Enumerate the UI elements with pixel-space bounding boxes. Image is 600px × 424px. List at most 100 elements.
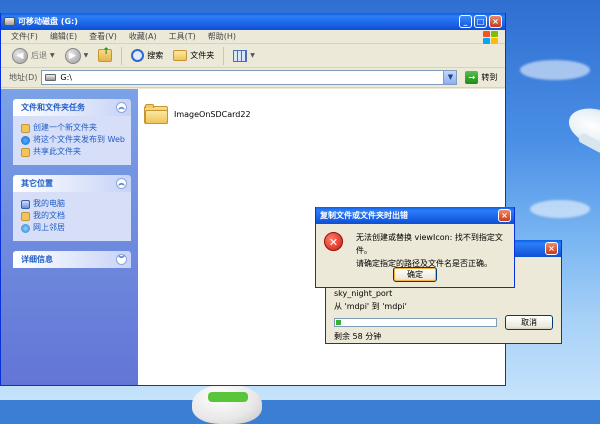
window-controls: ×: [545, 242, 558, 255]
other-places-panel: 其它位置 ︽ 我的电脑 我的文档 网上邻居: [13, 175, 131, 241]
task-label: 创建一个新文件夹: [33, 123, 97, 132]
menu-favorites[interactable]: 收藏(A): [129, 31, 157, 42]
folder-icon: [144, 104, 168, 124]
place-label: 我的文档: [33, 211, 65, 220]
toolbar: ◀ 后退 ▼ ▶ ▼ ↑ 搜索 文件夹 ▼: [1, 44, 505, 68]
minimize-button[interactable]: _: [459, 15, 472, 28]
place-label: 网上邻居: [33, 223, 65, 232]
panel-title: 详细信息: [21, 255, 53, 264]
task-share-folder[interactable]: 共享此文件夹: [21, 147, 127, 157]
toolbar-separator: [223, 46, 225, 65]
error-dialog: 复制文件或文件夹时出错 × ✕ 无法创建或替换 viewIcon: 找不到指定文…: [315, 207, 515, 288]
panel-title: 其它位置: [21, 179, 53, 188]
window-controls: ×: [498, 209, 511, 222]
ok-label: 确定: [407, 270, 423, 279]
go-button[interactable]: → 转到: [465, 71, 497, 84]
ok-button-wrap: 确定: [393, 267, 437, 282]
address-label: 地址(D): [9, 73, 38, 82]
menu-help[interactable]: 帮助(H): [208, 31, 236, 42]
file-folder-tasks-panel: 文件和文件夹任务 ︽ 创建一个新文件夹 将这个文件夹发布到 Web 共享此文件夹: [13, 99, 131, 165]
cloud: [520, 60, 590, 80]
panel-header[interactable]: 文件和文件夹任务 ︽: [13, 99, 131, 116]
folder-item[interactable]: ImageOnSDCard22: [144, 104, 251, 124]
windows-logo-icon: [481, 30, 499, 44]
search-icon: [131, 49, 145, 62]
panel-header[interactable]: 其它位置 ︽: [13, 175, 131, 192]
menu-view[interactable]: 查看(V): [89, 31, 117, 42]
views-icon: [233, 49, 248, 62]
error-dialog-title: 复制文件或文件夹时出错: [320, 211, 408, 220]
menu-edit[interactable]: 编辑(E): [50, 31, 77, 42]
cloud: [530, 200, 590, 218]
close-button[interactable]: ×: [489, 15, 502, 28]
address-dropdown-button[interactable]: ▼: [443, 71, 457, 84]
close-button[interactable]: ×: [498, 209, 511, 222]
forward-button[interactable]: ▶ ▼: [62, 46, 92, 66]
close-button[interactable]: ×: [545, 242, 558, 255]
chevron-down-icon: ▼: [250, 52, 255, 59]
back-label: 后退: [31, 51, 47, 60]
progress-row: 取消: [334, 315, 553, 330]
search-button[interactable]: 搜索: [128, 46, 166, 66]
my-documents-icon: [21, 212, 30, 221]
maximize-button[interactable]: □: [474, 15, 487, 28]
drive-icon: [45, 74, 57, 81]
folders-button[interactable]: 文件夹: [170, 46, 217, 66]
collapse-chevron-icon[interactable]: ︽: [116, 178, 127, 189]
expand-chevron-icon[interactable]: ︾: [116, 254, 127, 265]
up-folder-icon: ↑: [98, 47, 113, 62]
menu-tools[interactable]: 工具(T): [169, 31, 196, 42]
place-label: 我的电脑: [33, 199, 65, 208]
panel-body: 创建一个新文件夹 将这个文件夹发布到 Web 共享此文件夹: [13, 116, 131, 165]
views-button[interactable]: ▼: [230, 46, 258, 66]
progress-fill: [336, 320, 341, 325]
copy-file-name: sky_night_port: [334, 289, 393, 298]
copy-from-to: 从 'mdpi' 到 'mdpi': [334, 302, 407, 311]
up-folder-button[interactable]: ↑: [95, 46, 115, 66]
my-computer-icon: [21, 200, 30, 209]
search-label: 搜索: [147, 51, 164, 60]
forward-arrow-icon: ▶: [64, 47, 81, 64]
network-places-icon: [21, 224, 30, 233]
collapse-chevron-icon[interactable]: ︽: [116, 102, 127, 113]
panel-body: 我的电脑 我的文档 网上邻居: [13, 192, 131, 241]
cancel-button[interactable]: 取消: [505, 315, 553, 330]
menu-bar: 文件(F) 编辑(E) 查看(V) 收藏(A) 工具(T) 帮助(H): [1, 30, 505, 44]
chevron-down-icon: ▼: [83, 52, 89, 59]
folders-icon: [173, 50, 188, 61]
removable-disk-icon: [4, 17, 15, 26]
back-button[interactable]: ◀ 后退 ▼: [9, 46, 58, 66]
place-network[interactable]: 网上邻居: [21, 223, 127, 233]
share-folder-icon: [21, 148, 30, 157]
ok-button[interactable]: 确定: [393, 267, 437, 282]
window-title: 可移动磁盘 (G:): [18, 17, 78, 26]
desktop-decoration-cap: [208, 392, 248, 402]
new-folder-icon: [21, 124, 30, 133]
copy-progress-bar: [334, 318, 497, 327]
panel-header[interactable]: 详细信息 ︾: [13, 251, 131, 268]
window-controls: _ □ ×: [459, 15, 502, 28]
go-arrow-icon: →: [465, 71, 479, 84]
error-icon: ✕: [324, 232, 343, 251]
folders-label: 文件夹: [190, 51, 215, 60]
panel-title: 文件和文件夹任务: [21, 103, 85, 112]
task-publish-web[interactable]: 将这个文件夹发布到 Web: [21, 135, 127, 145]
menu-file[interactable]: 文件(F): [11, 31, 38, 42]
chevron-down-icon: ▼: [50, 52, 55, 59]
task-label: 共享此文件夹: [33, 147, 81, 156]
toolbar-separator: [121, 46, 123, 65]
folder-name: ImageOnSDCard22: [174, 109, 251, 119]
place-my-documents[interactable]: 我的文档: [21, 211, 127, 221]
explorer-titlebar[interactable]: 可移动磁盘 (G:) _ □ ×: [1, 13, 505, 30]
address-input[interactable]: G:\ ▼: [41, 70, 458, 85]
error-dialog-titlebar[interactable]: 复制文件或文件夹时出错 ×: [316, 207, 514, 224]
place-my-computer[interactable]: 我的电脑: [21, 199, 127, 209]
error-message-line1: 无法创建或替换 viewIcon: 找不到指定文件。: [356, 233, 503, 255]
details-panel: 详细信息 ︾: [13, 251, 131, 268]
task-pane: 文件和文件夹任务 ︽ 创建一个新文件夹 将这个文件夹发布到 Web 共享此文件夹: [1, 89, 138, 385]
task-create-folder[interactable]: 创建一个新文件夹: [21, 123, 127, 133]
address-bar: 地址(D) G:\ ▼ → 转到: [1, 68, 505, 88]
go-label: 转到: [481, 73, 498, 82]
error-message: 无法创建或替换 viewIcon: 找不到指定文件。 请确定指定的路径及文件名是…: [356, 231, 514, 270]
desktop-decoration: [192, 384, 262, 424]
